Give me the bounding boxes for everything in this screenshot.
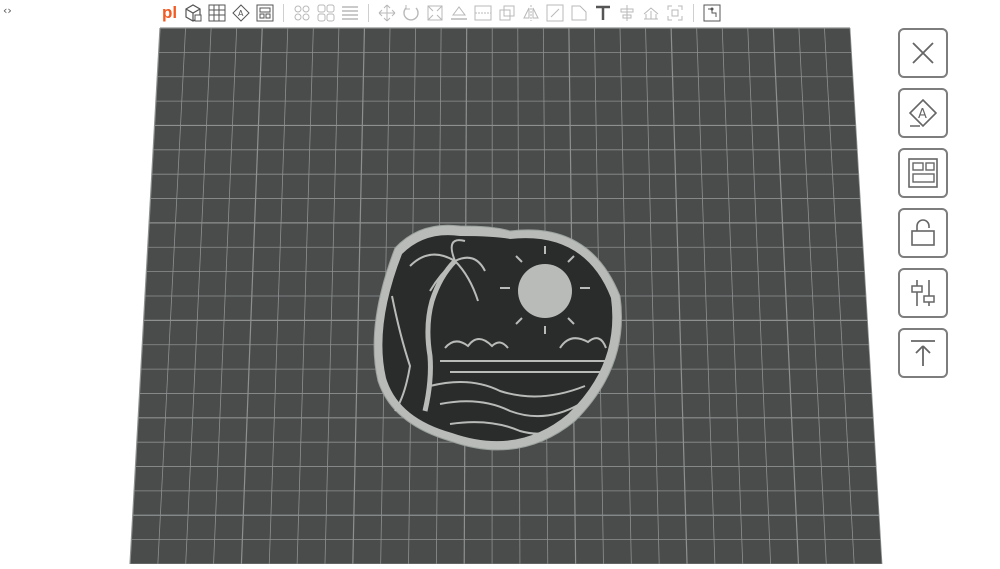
- lock-icon[interactable]: [898, 208, 948, 258]
- align-icon[interactable]: [617, 3, 637, 23]
- svg-text:A: A: [238, 9, 244, 18]
- hollow-icon[interactable]: [545, 3, 565, 23]
- layout-icon[interactable]: [898, 148, 948, 198]
- arrange-icon[interactable]: [292, 3, 312, 23]
- side-panel: A: [898, 28, 948, 378]
- move-icon[interactable]: [377, 3, 397, 23]
- text-stamp-icon[interactable]: A: [231, 3, 251, 23]
- grid-icon[interactable]: [207, 3, 227, 23]
- upload-icon[interactable]: [898, 328, 948, 378]
- scale-icon[interactable]: [425, 3, 445, 23]
- text-stamp-icon[interactable]: A: [898, 88, 948, 138]
- fit-icon[interactable]: [665, 3, 685, 23]
- tag-icon[interactable]: [569, 3, 589, 23]
- layout-icon[interactable]: [255, 3, 275, 23]
- close-icon[interactable]: [898, 28, 948, 78]
- top-toolbar: pl A: [158, 0, 850, 26]
- flatten-icon[interactable]: [449, 3, 469, 23]
- mirror-icon[interactable]: [521, 3, 541, 23]
- app-logo: pl: [162, 3, 177, 23]
- list-icon[interactable]: [340, 3, 360, 23]
- support-icon[interactable]: [641, 3, 661, 23]
- cut-icon[interactable]: [497, 3, 517, 23]
- add-shape-icon[interactable]: [183, 3, 203, 23]
- text-icon[interactable]: [593, 3, 613, 23]
- sliders-icon[interactable]: [898, 268, 948, 318]
- rotate-icon[interactable]: [401, 3, 421, 23]
- puzzle-icon[interactable]: [702, 3, 722, 23]
- panel-toggle-icon[interactable]: ‹›: [3, 4, 12, 17]
- split-icon[interactable]: [473, 3, 493, 23]
- 3d-viewport[interactable]: [0, 26, 1000, 564]
- svg-text:A: A: [918, 107, 927, 122]
- pack-icon[interactable]: [316, 3, 336, 23]
